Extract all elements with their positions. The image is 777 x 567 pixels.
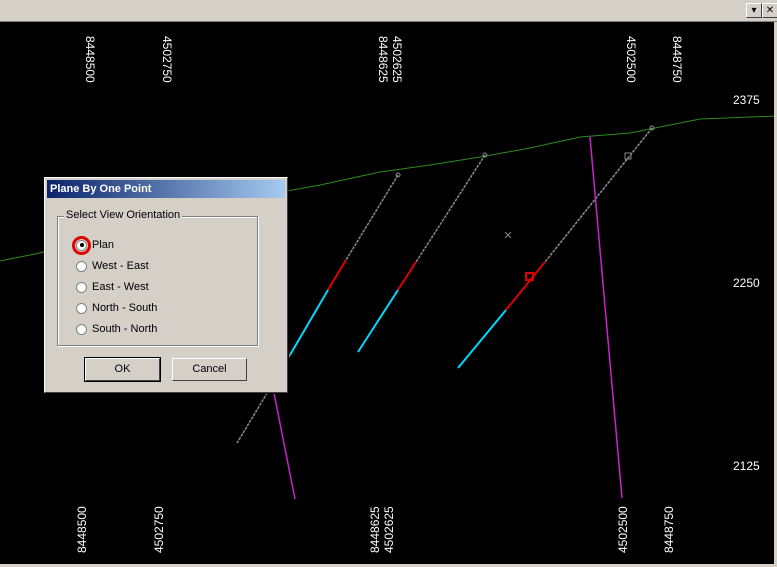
bottom-label-4502750: 4502750 [152, 506, 166, 553]
top-label-8448750: 8448750 [670, 36, 684, 83]
bottom-label-8448625: 8448625 [368, 506, 382, 553]
top-label-4502625: 4502625 [390, 36, 404, 83]
cancel-button[interactable]: Cancel [172, 358, 247, 381]
top-label-8448625: 8448625 [376, 36, 390, 83]
radio-label-plan: Plan [92, 239, 115, 251]
radio-button-east-west[interactable] [76, 281, 87, 293]
group-label: Select View Orientation [64, 209, 183, 221]
radio-option-north-south[interactable]: North - South [76, 299, 157, 317]
elevation-label-2125: 2125 [733, 459, 760, 473]
window-titlebar: ▾ ✕ [0, 0, 777, 22]
dialog-title: Plane By One Point [47, 180, 285, 198]
magenta-line-1 [589, 136, 623, 499]
radio-option-east-west[interactable]: East - West [76, 278, 149, 296]
radio-option-south-north[interactable]: South - North [76, 320, 157, 338]
top-label-8448500: 8448500 [83, 36, 97, 83]
elevation-label-2375: 2375 [733, 93, 760, 107]
radio-button-plan[interactable] [72, 235, 91, 255]
radio-label-west-east: West - East [92, 260, 149, 272]
top-label-4502750: 4502750 [160, 36, 174, 83]
cursor-marker [504, 231, 512, 239]
close-button[interactable]: ✕ [762, 3, 777, 18]
radio-label-east-west: East - West [92, 281, 149, 293]
bottom-label-8448500: 8448500 [75, 506, 89, 553]
radio-label-south-north: South - North [92, 323, 158, 335]
menu-arrow-button[interactable]: ▾ [746, 3, 762, 18]
ok-button[interactable]: OK [84, 357, 161, 382]
bottom-label-8448750: 8448750 [662, 506, 676, 553]
magenta-line-2 [271, 382, 296, 500]
elevation-label-2250: 2250 [733, 276, 760, 290]
drillhole-3 [457, 125, 655, 369]
top-label-4502500: 4502500 [624, 36, 638, 83]
highlight-ring [72, 235, 91, 255]
radio-option-west-east[interactable]: West - East [76, 257, 149, 275]
drillhole-2 [357, 152, 488, 353]
radio-button-north-south[interactable] [76, 302, 87, 314]
bottom-label-4502500: 4502500 [616, 506, 630, 553]
radio-button-west-east[interactable] [76, 260, 87, 272]
view-orientation-group: Select View Orientation Plan West - East… [57, 209, 258, 346]
radio-label-north-south: North - South [92, 302, 158, 314]
radio-button-south-north[interactable] [76, 323, 87, 335]
radio-option-plan[interactable]: Plan [72, 235, 115, 255]
plane-by-one-point-dialog: Plane By One Point Select View Orientati… [44, 177, 288, 393]
bottom-label-4502625: 4502625 [382, 506, 396, 553]
